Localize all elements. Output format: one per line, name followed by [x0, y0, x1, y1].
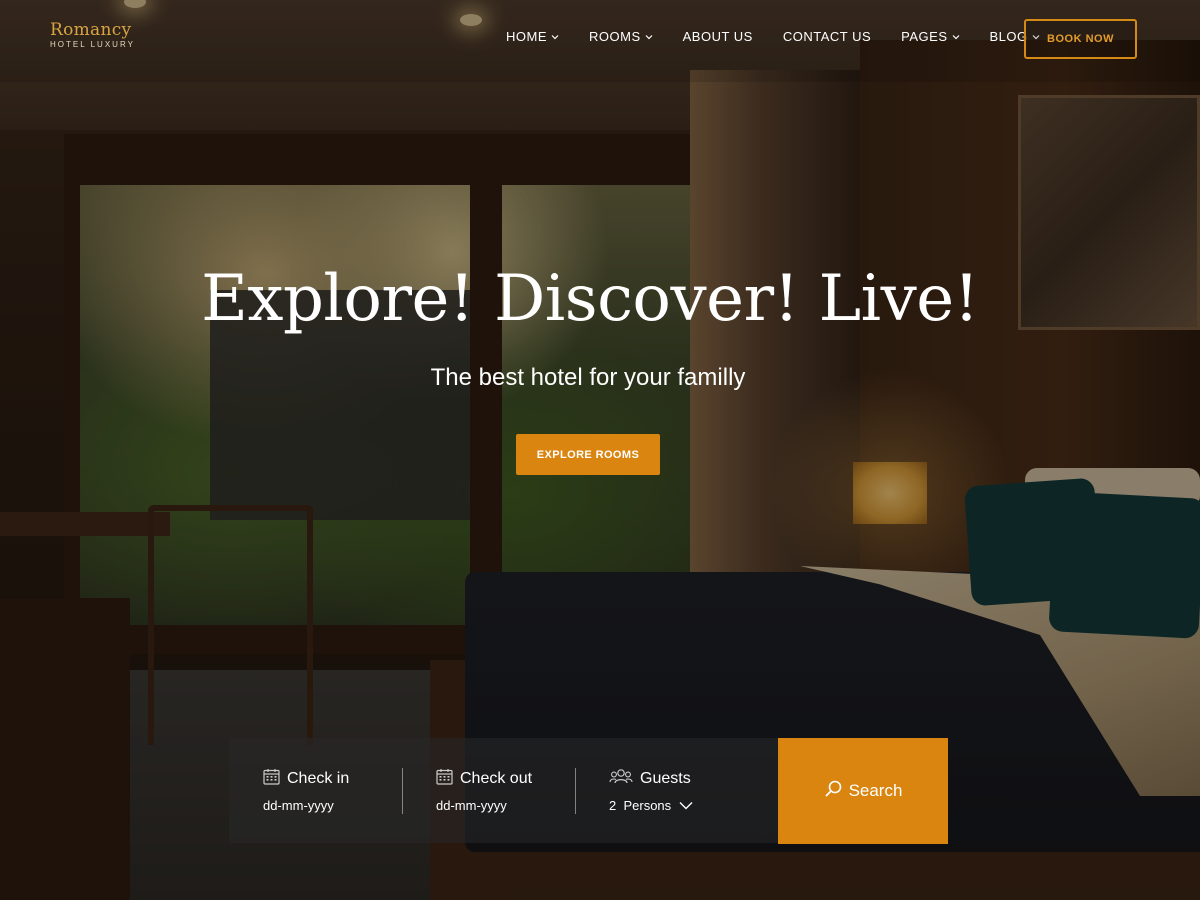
nav-item-label: PAGES	[901, 29, 948, 44]
hero-title-text: Explore! Discover! Live!	[201, 262, 979, 336]
booking-form: Check in dd-mm-yyyy Check out dd-mm-yyyy	[229, 738, 778, 843]
field-divider	[402, 768, 403, 814]
brand-name: Romancy	[50, 20, 132, 40]
guests-field[interactable]: Guests 2 Persons	[609, 768, 693, 813]
checkout-label: Check out	[460, 770, 533, 787]
search-button[interactable]: Search	[778, 738, 948, 844]
users-icon	[609, 768, 640, 790]
nav-item-label: BLOG	[989, 29, 1028, 44]
guests-label: Guests	[640, 770, 691, 787]
chevron-down-icon	[645, 32, 653, 42]
nav-item-label: ABOUT US	[682, 29, 753, 44]
nav-item-rooms[interactable]: ROOMS	[589, 29, 653, 44]
checkin-field[interactable]: Check in dd-mm-yyyy	[263, 768, 349, 813]
calendar-icon	[436, 768, 460, 790]
guests-select[interactable]: 2 Persons	[609, 798, 693, 813]
nav-item-contact-us[interactable]: CONTACT US	[783, 29, 871, 44]
nav-item-label: CONTACT US	[782, 29, 872, 44]
main-nav: HOME ROOMS ABOUT US CONTACT US PAGES BLO…	[506, 29, 1070, 44]
site-header: Romancy HOTEL LUXURY HOME ROOMS ABOUT US…	[0, 0, 1200, 82]
checkin-value[interactable]: dd-mm-yyyy	[263, 798, 349, 813]
explore-rooms-button[interactable]: EXPLORE ROOMS	[516, 434, 660, 475]
hero-subtitle: The best hotel for your familly	[430, 364, 746, 391]
book-now-button[interactable]: BOOK NOW	[1024, 19, 1137, 59]
chevron-down-icon	[551, 32, 559, 42]
calendar-icon	[263, 768, 287, 790]
nav-item-home[interactable]: HOME	[506, 29, 559, 44]
guests-count: 2	[609, 798, 617, 813]
checkin-label: Check in	[287, 770, 350, 787]
search-label: Search	[848, 781, 903, 800]
chevron-down-icon	[671, 798, 693, 813]
brand-logo[interactable]: Romancy HOTEL LUXURY	[50, 20, 135, 49]
nav-item-about-us[interactable]: ABOUT US	[683, 29, 753, 44]
brand-tagline: HOTEL LUXURY	[50, 40, 135, 49]
chevron-down-icon	[952, 32, 960, 42]
nav-item-pages[interactable]: PAGES	[901, 29, 959, 44]
checkout-value[interactable]: dd-mm-yyyy	[436, 798, 532, 813]
hero-title: Explore! Discover! Live!	[0, 262, 1180, 336]
nav-item-label: HOME	[506, 29, 547, 44]
guests-unit: Persons	[623, 798, 672, 813]
field-divider	[575, 768, 576, 814]
nav-item-label: ROOMS	[589, 29, 641, 44]
checkout-field[interactable]: Check out dd-mm-yyyy	[436, 768, 532, 813]
search-icon	[824, 779, 849, 803]
